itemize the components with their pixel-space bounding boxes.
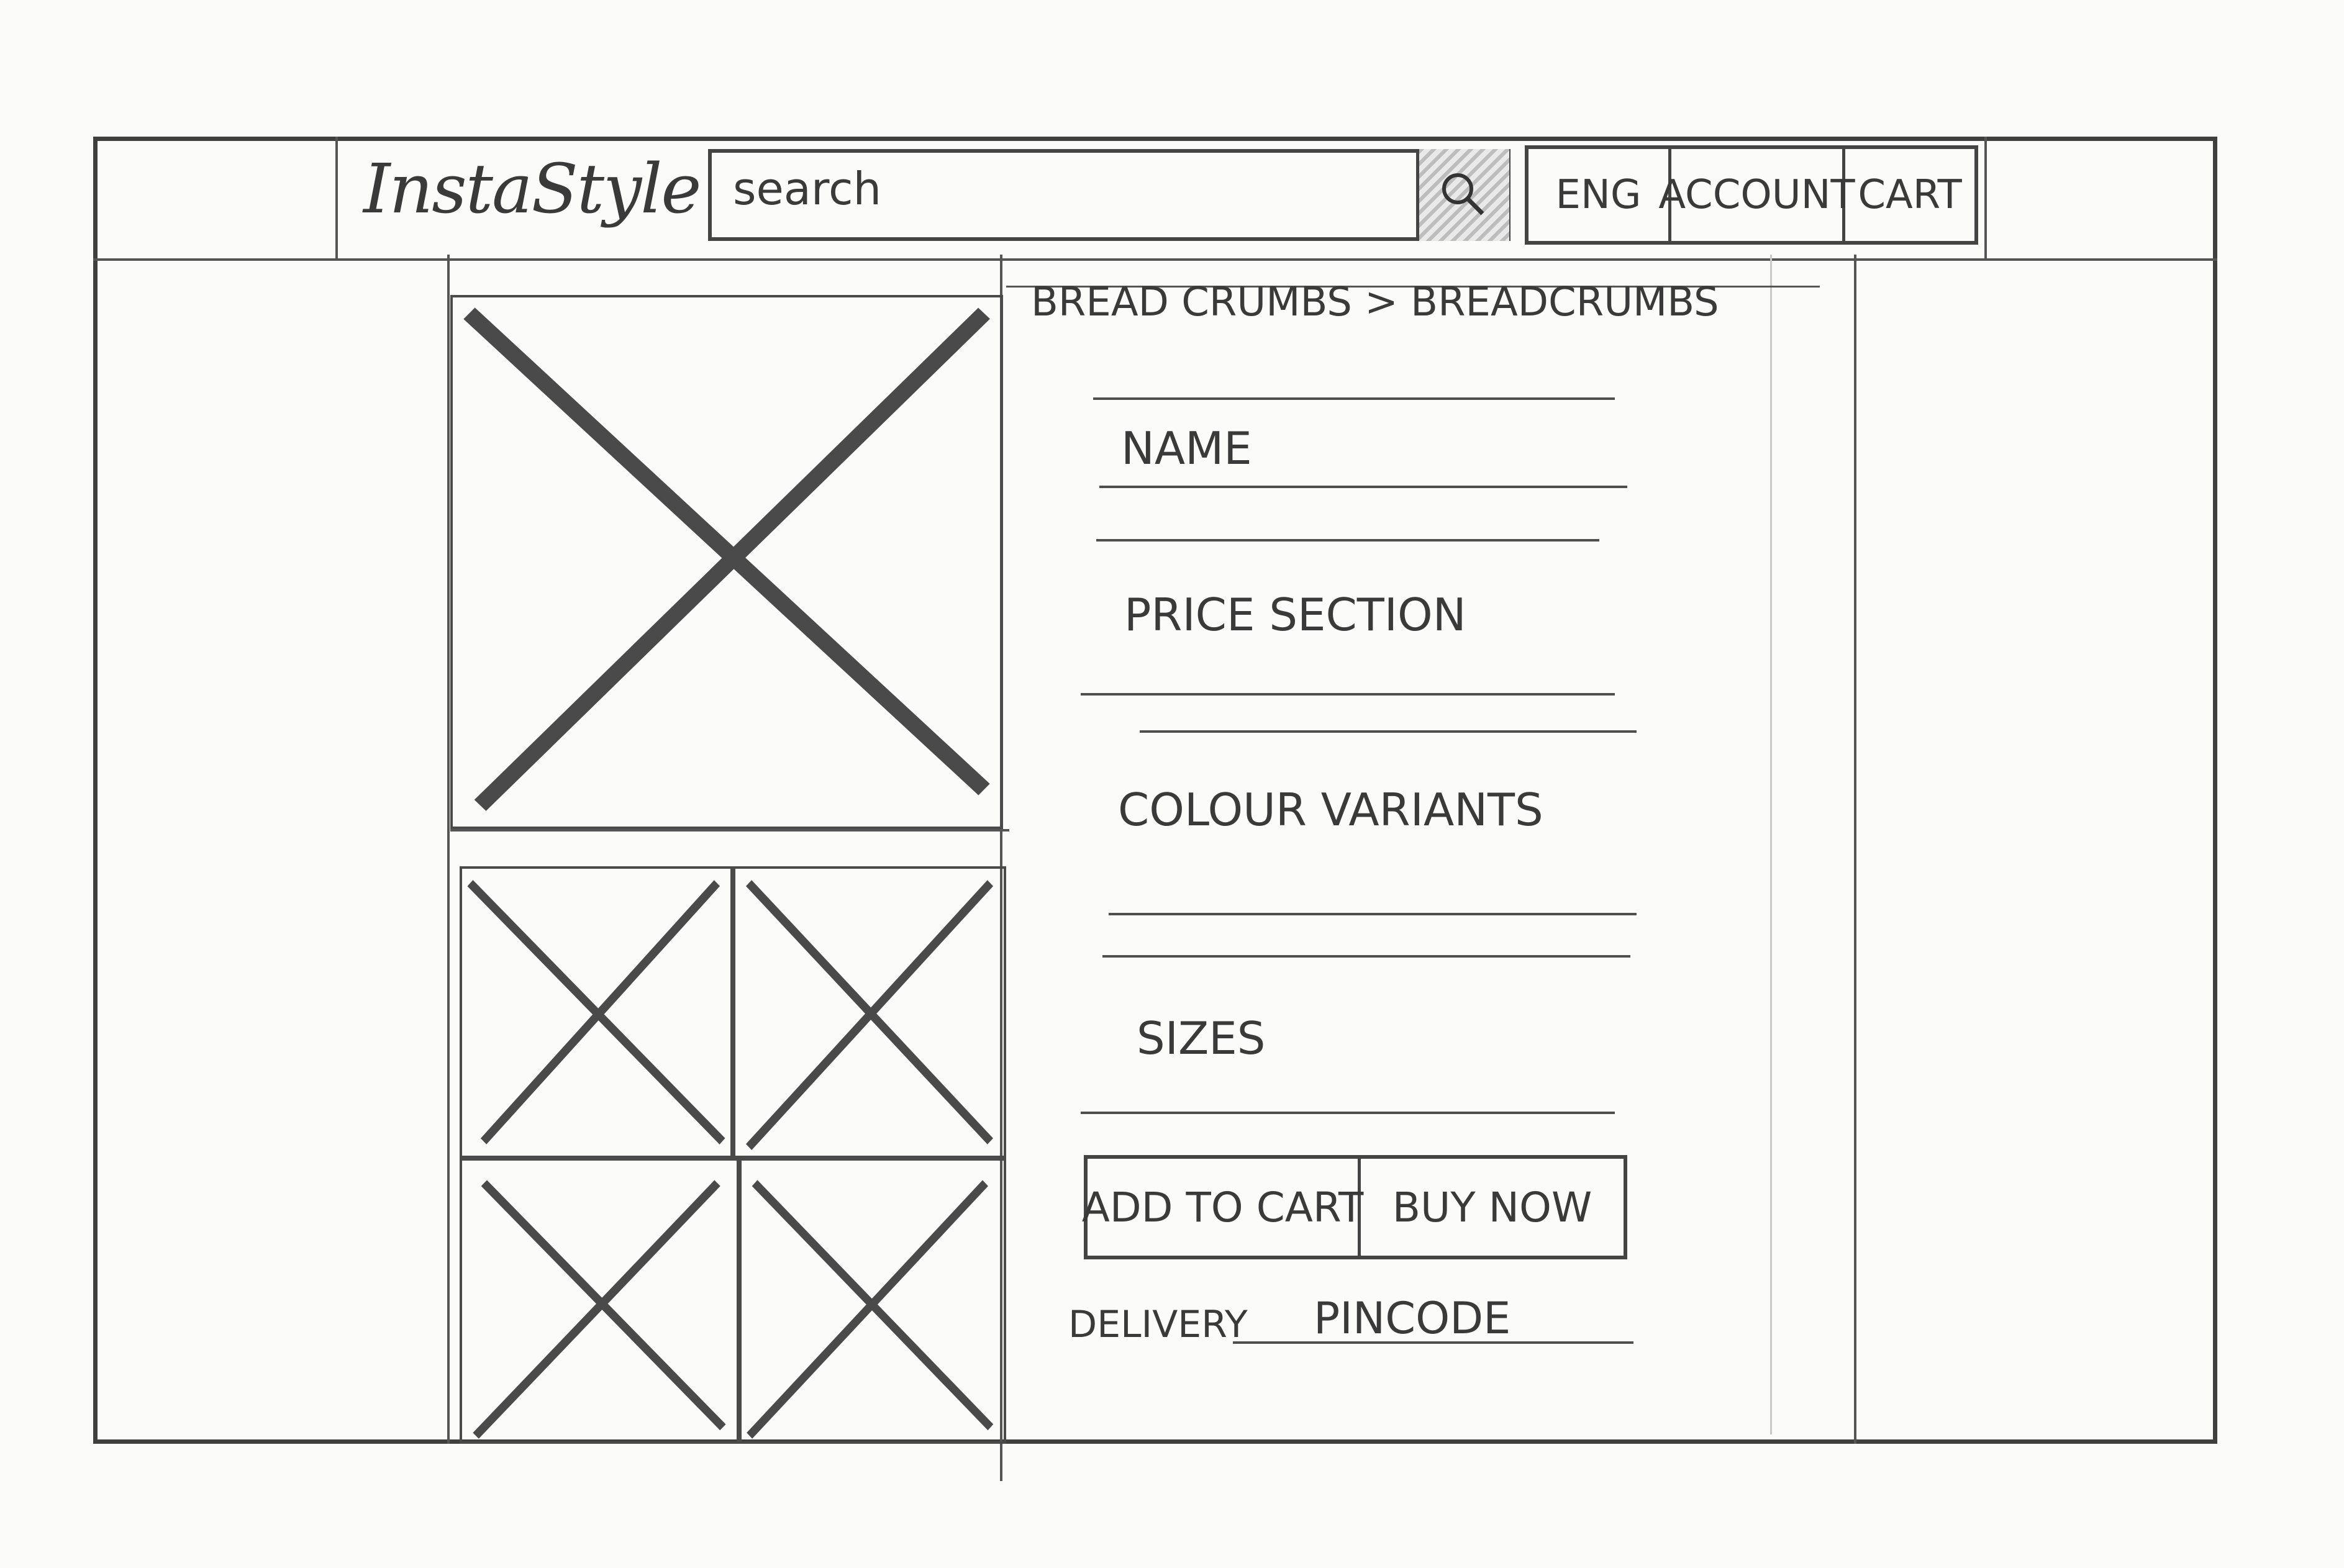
header-right-divider xyxy=(1984,137,1987,261)
sizes[interactable]: SIZES xyxy=(1137,1012,1265,1064)
wireframe-page: InstaStyle search ENG ACCOUNT CART BREAD… xyxy=(0,0,2344,1568)
name-rule-top xyxy=(1093,397,1615,400)
add-to-cart-button[interactable]: ADD TO CART xyxy=(1082,1159,1363,1256)
image-placeholder-icon xyxy=(747,1180,994,1439)
thumbnail-image-1[interactable] xyxy=(460,866,733,1158)
thumbnail-image-2[interactable] xyxy=(733,866,1006,1158)
price-rule-bottom xyxy=(1081,693,1615,696)
logo[interactable]: InstaStyle xyxy=(363,149,702,229)
cart-button[interactable]: CART xyxy=(1845,149,1974,241)
thumbnail-image-3[interactable] xyxy=(460,1158,739,1444)
search-icon xyxy=(1442,173,1484,215)
content-right-boundary xyxy=(1854,255,1856,1444)
thumbnail-image-4[interactable] xyxy=(739,1158,1006,1444)
breadcrumb[interactable]: BREAD CRUMBS > BREADCRUMBS xyxy=(1031,279,1719,325)
colour-rule-bottom xyxy=(1109,913,1637,915)
header-left-divider xyxy=(335,137,338,261)
pincode-underline xyxy=(1233,1341,1633,1344)
account-button[interactable]: ACCOUNT xyxy=(1658,149,1855,241)
product-name: NAME xyxy=(1121,422,1252,474)
language-button[interactable]: ENG xyxy=(1529,149,1671,241)
detail-panel-guide xyxy=(1770,255,1772,1434)
search-input[interactable]: search xyxy=(733,163,881,215)
image-placeholder-icon xyxy=(463,307,990,811)
main-product-image[interactable] xyxy=(450,295,1003,829)
image-placeholder-icon xyxy=(745,880,994,1150)
price-rule-top xyxy=(1096,539,1599,542)
content-left-boundary xyxy=(447,255,450,1444)
colour-rule-top xyxy=(1140,730,1637,733)
buy-now-button[interactable]: BUY NOW xyxy=(1361,1159,1624,1256)
pincode-input[interactable]: PINCODE xyxy=(1314,1293,1510,1344)
name-rule-bottom xyxy=(1099,486,1627,488)
nav-group: ENG ACCOUNT CART xyxy=(1525,145,1978,245)
sizes-rule-bottom xyxy=(1081,1112,1615,1114)
image-placeholder-icon xyxy=(467,880,725,1144)
sizes-rule-top xyxy=(1102,955,1630,958)
delivery-label: DELIVERY xyxy=(1068,1303,1248,1346)
image-placeholder-icon xyxy=(473,1180,726,1439)
gallery-divider xyxy=(450,829,1009,832)
purchase-actions: ADD TO CART BUY NOW xyxy=(1082,1155,1627,1259)
colour-variants[interactable]: COLOUR VARIANTS xyxy=(1118,784,1543,836)
price-section: PRICE SECTION xyxy=(1124,589,1466,641)
